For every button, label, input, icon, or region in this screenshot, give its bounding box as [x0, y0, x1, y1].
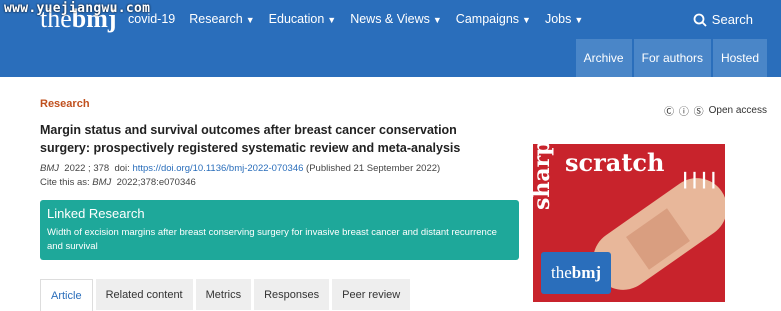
main-nav: covid-19 Research ▼ Education ▼ News & Vie…	[128, 12, 597, 26]
search-button[interactable]: Search	[693, 12, 753, 27]
citation-line: BMJ 2022 ; 378 doi: https://doi.org/10.1…	[40, 162, 440, 176]
article-tabs: Article Related content Metrics Response…	[40, 279, 413, 311]
nav-label: Jobs	[544, 12, 572, 26]
cite-line: Cite this as: BMJ 2022;378:e070346	[40, 176, 440, 190]
tab-responses[interactable]: Responses	[254, 279, 330, 310]
nav-label: Education	[268, 12, 325, 26]
ad-sharp-text: sharp	[533, 144, 555, 210]
chevron-down-icon: ▼	[245, 15, 255, 25]
nav-label: covid-19	[128, 12, 176, 26]
audio-wave-icon: ┃┃┃┃	[681, 172, 719, 188]
article-meta: BMJ 2022 ; 378 doi: https://doi.org/10.1…	[40, 162, 440, 190]
nav-campaigns[interactable]: Campaigns ▼	[456, 12, 531, 26]
tab-article[interactable]: Article	[40, 279, 93, 311]
doi-prefix: doi:	[114, 163, 130, 174]
article-title: Margin status and survival outcomes afte…	[40, 123, 461, 155]
chevron-down-icon: ▼	[432, 15, 442, 25]
cite-journal: BMJ	[92, 177, 112, 188]
chevron-down-icon: ▼	[522, 15, 531, 25]
subnav-archive[interactable]: Archive	[575, 39, 632, 77]
subnav-hosted[interactable]: Hosted	[712, 39, 767, 77]
cite-ref: 2022;378:e070346	[116, 177, 196, 188]
ad-bmj-badge: the bmj	[541, 252, 611, 294]
nav-research[interactable]: Research ▼	[189, 12, 254, 26]
creative-commons-icon: Ⓒ ⓘ Ⓢ	[664, 107, 705, 118]
subnav-for-authors[interactable]: For authors	[633, 39, 711, 77]
search-label: Search	[711, 12, 753, 27]
linked-research-link[interactable]: Width of excision margins after breast c…	[47, 226, 509, 254]
header-bar: thebmj www.yuejiangwu.com covid-19 Resea…	[0, 0, 781, 77]
doi-link[interactable]: https://doi.org/10.1136/bmj-2022-070346	[132, 163, 303, 174]
tab-metrics[interactable]: Metrics	[195, 279, 252, 310]
badge-the: the	[550, 263, 572, 282]
open-access-badge: Ⓒ ⓘ Ⓢ Open access	[664, 103, 767, 118]
nav-news-views[interactable]: News & Views ▼	[350, 12, 442, 26]
journal-name: BMJ	[40, 163, 59, 174]
tab-related-content[interactable]: Related content	[95, 279, 193, 310]
nav-label: Campaigns	[455, 12, 520, 26]
advertisement[interactable]: scratch sharp ┃┃┃┃ the bmj	[533, 144, 725, 302]
nav-label: Research	[189, 12, 243, 26]
linked-research-box[interactable]: Linked Research Width of excision margin…	[40, 200, 519, 260]
tab-peer-review[interactable]: Peer review	[332, 279, 411, 310]
cite-prefix: Cite this as:	[40, 177, 90, 188]
nav-covid[interactable]: covid-19	[128, 12, 175, 26]
nav-education[interactable]: Education ▼	[269, 12, 337, 26]
subnav: Archive For authors Hosted	[574, 39, 767, 77]
volume: 2022 ; 378	[64, 163, 110, 174]
section-label[interactable]: Research	[40, 98, 90, 110]
nav-jobs[interactable]: Jobs ▼	[545, 12, 583, 26]
search-icon	[693, 13, 707, 27]
chevron-down-icon: ▼	[574, 15, 584, 25]
linked-research-title: Linked Research	[47, 206, 145, 221]
published-date: (Published 21 September 2022)	[306, 163, 441, 174]
badge-bmj: bmj	[571, 263, 602, 282]
chevron-down-icon: ▼	[327, 15, 337, 25]
open-access-label: Open access	[708, 105, 767, 116]
ad-scratch-text: scratch	[565, 148, 665, 177]
nav-label: News & Views	[350, 12, 430, 26]
